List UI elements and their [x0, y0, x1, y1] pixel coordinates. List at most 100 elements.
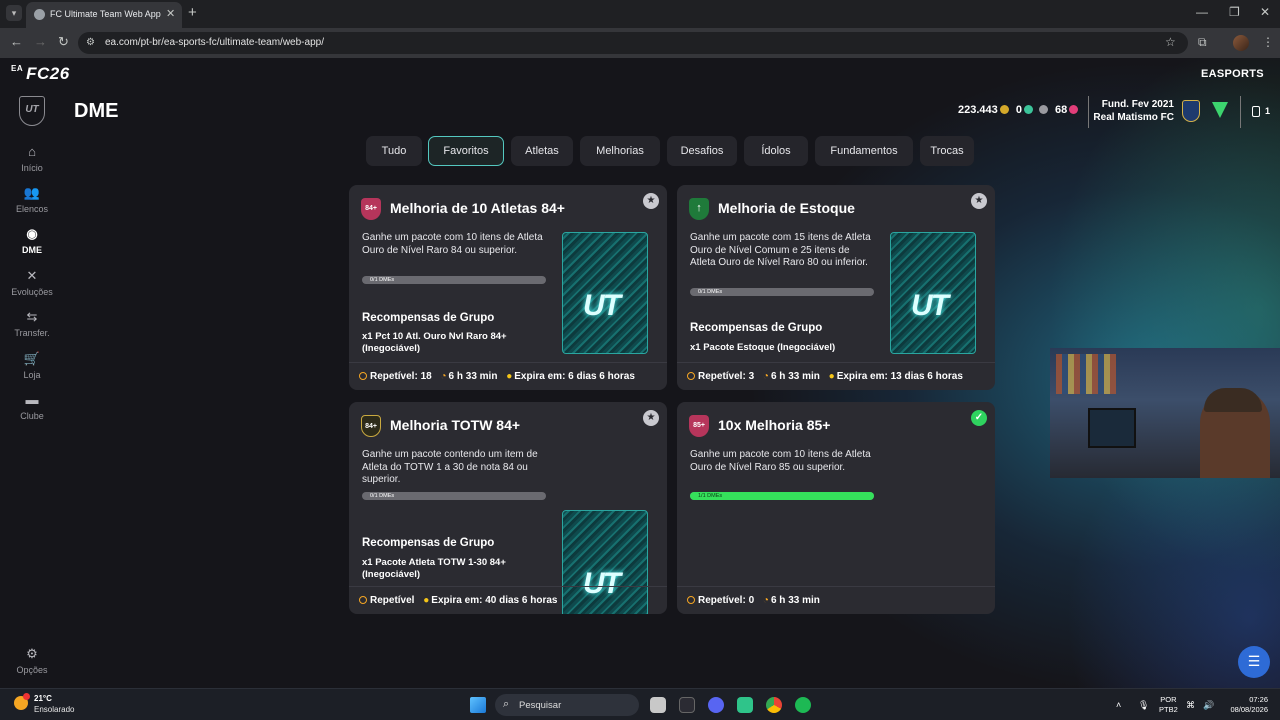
plus-icon[interactable] [1038, 105, 1048, 114]
sidebar-item-dme[interactable]: ◉ DME [0, 226, 64, 255]
system-clock[interactable]: 07:26 08/08/2026 [1222, 695, 1268, 715]
app-icon[interactable] [679, 697, 695, 713]
discord-icon[interactable] [708, 697, 724, 713]
card-title: Melhoria TOTW 84+ [390, 417, 521, 433]
browser-tab[interactable]: FC Ultimate Team Web App - E ✕ [26, 2, 182, 28]
chrome-icon[interactable] [766, 697, 782, 713]
club-info: Fund. Fev 2021 Real Matismo FC [1092, 98, 1174, 124]
close-tab-icon[interactable]: ✕ [166, 7, 175, 20]
back-icon[interactable]: ← [10, 34, 23, 49]
card-meta: Repetível: 3 ◔ 6 h 33 min ● Expira em: 13 … [687, 371, 963, 382]
tab-trocas[interactable]: Trocas [920, 136, 974, 166]
fc-logo: EA FC26 [11, 64, 70, 83]
repeat-icon [687, 372, 695, 380]
tab-fundamentos[interactable]: Fundamentos [815, 136, 913, 166]
page-title: DME [74, 100, 119, 122]
tab-melhorias[interactable]: Melhorias [580, 136, 660, 166]
evolutions-icon: ✕ [26, 268, 38, 283]
notification-badge [23, 693, 30, 700]
minimize-icon[interactable]: — [1196, 5, 1208, 19]
repeat-icon [687, 596, 695, 604]
sbc-card[interactable]: ↑ Melhoria de Estoque ★ Ganhe um pacote … [677, 185, 995, 390]
web-app: EA FC26 EASPORTS UT ⌂ Início 👥 Elencos ◉ … [0, 58, 1280, 688]
progress-label: 1/1 DMEs [698, 493, 723, 499]
sidebar-item-inicio[interactable]: ⌂ Início [0, 144, 64, 173]
clock-icon: ◔ [440, 371, 447, 382]
filter-sort-button[interactable]: ☰ [1238, 646, 1270, 678]
repeat-icon [359, 596, 367, 604]
tab-atletas[interactable]: Atletas [511, 136, 573, 166]
search-placeholder: Pesquisar [519, 700, 562, 711]
tab-tudo[interactable]: Tudo [366, 136, 422, 166]
favicon-icon [34, 9, 45, 20]
expire-icon: ● [423, 595, 430, 606]
restore-icon[interactable]: ❐ [1229, 5, 1240, 19]
new-tab-icon[interactable]: + [188, 4, 197, 21]
tab-search-icon[interactable]: ▾ [6, 5, 22, 21]
sidebar-item-transfer[interactable]: ⇆ Transfer. [0, 309, 64, 338]
sbc-card[interactable]: 85+ 10x Melhoria 85+ ✓ Ganhe um pacote c… [677, 402, 995, 614]
transfer-icon: ⇆ [26, 309, 38, 324]
taskbar: 21°C Ensolarado ⌕ Pesquisar ˄ 🎙 POR PTB2… [0, 688, 1280, 720]
group-rewards-title: Recompensas de Grupo [362, 537, 495, 549]
rank-shield-icon [1212, 102, 1228, 118]
tray-chevron-icon[interactable]: ˄ [1116, 700, 1121, 710]
taskbar-search[interactable]: ⌕ Pesquisar [495, 694, 639, 716]
wifi-icon[interactable]: ⌘ [1186, 700, 1195, 711]
windows-start-icon[interactable] [470, 697, 486, 713]
club-crest-icon [1182, 100, 1200, 122]
extensions-icon[interactable]: ⧉ [1198, 35, 1207, 50]
pack-image: UT [562, 232, 648, 354]
sidebar-item-elencos[interactable]: 👥 Elencos [0, 185, 64, 214]
bookmark-star-icon[interactable]: ☆ [1165, 35, 1176, 49]
forward-icon[interactable]: → [34, 34, 47, 49]
sbc-card[interactable]: 84+ Melhoria de 10 Atletas 84+ ★ Ganhe u… [349, 185, 667, 390]
club-icon: ▬ [25, 392, 39, 407]
more-menu-icon[interactable]: ⋮ [1262, 35, 1274, 49]
close-window-icon[interactable]: ✕ [1260, 5, 1270, 19]
points-icon [1023, 105, 1033, 114]
microphone-icon[interactable]: 🎙 [1138, 700, 1149, 711]
upgrade-arrow-icon: ↑ [689, 198, 709, 220]
profile-avatar[interactable] [1233, 35, 1249, 51]
webcam-monitor [1088, 408, 1136, 448]
weather-temp: 21°C [34, 694, 52, 703]
tab-idolos[interactable]: Ídolos [744, 136, 808, 166]
webcam-shelf [1056, 354, 1116, 394]
card-meta: Repetível ● Expira em: 40 dias 6 horas [359, 595, 557, 606]
home-icon: ⌂ [28, 144, 36, 159]
progress-label: 0/1 DMEs [698, 289, 723, 295]
site-info-icon[interactable]: ⚙ [86, 37, 95, 48]
favorite-star-icon[interactable]: ★ [643, 193, 659, 209]
browser-tab-bar: ▾ FC Ultimate Team Web App - E ✕ + — ❐ ✕ [0, 0, 1280, 28]
favorite-star-icon[interactable]: ★ [971, 193, 987, 209]
reload-icon[interactable]: ↻ [58, 34, 69, 50]
favorite-star-icon[interactable]: ★ [643, 410, 659, 426]
group-rewards-title: Recompensas de Grupo [690, 322, 823, 334]
sbc-card[interactable]: 84+ Melhoria TOTW 84+ ★ Ganhe um pacote … [349, 402, 667, 614]
volume-icon[interactable]: 🔊 [1203, 700, 1214, 711]
task-view-icon[interactable] [650, 697, 666, 713]
card-title: 10x Melhoria 85+ [718, 417, 831, 433]
squad-icon: 👥 [23, 185, 41, 200]
sidebar-item-evolucoes[interactable]: ✕ Evoluções [0, 268, 64, 297]
card-meta: Repetível: 18 ◔ 6 h 33 min ● Expira em: 6 … [359, 371, 635, 382]
app-icon[interactable] [737, 697, 753, 713]
sidebar-item-clube[interactable]: ▬ Clube [0, 392, 64, 421]
card-title: Melhoria de Estoque [718, 200, 855, 216]
spotify-icon[interactable] [795, 697, 811, 713]
sbc-icon: ◉ [26, 226, 38, 241]
divider [1240, 96, 1241, 128]
address-bar[interactable]: ⚙ ea.com/pt-br/ea-sports-fc/ultimate-tea… [78, 32, 1188, 54]
tab-favoritos[interactable]: Favoritos [428, 136, 504, 166]
language-indicator[interactable]: POR PTB2 [1159, 695, 1178, 715]
clock-icon: ◔ [762, 595, 769, 606]
tab-desafios[interactable]: Desafios [667, 136, 737, 166]
totw-badge-icon: 84+ [361, 415, 381, 437]
inbox-icon[interactable] [1252, 106, 1260, 117]
card-description: Ganhe um pacote com 15 itens de Atleta O… [690, 232, 871, 268]
coin-icon [999, 105, 1009, 114]
sidebar-item-loja[interactable]: 🛒 Loja [0, 351, 64, 380]
coins-value: 223.443 [958, 104, 998, 116]
options-button[interactable]: ⚙ Opções [0, 646, 64, 675]
